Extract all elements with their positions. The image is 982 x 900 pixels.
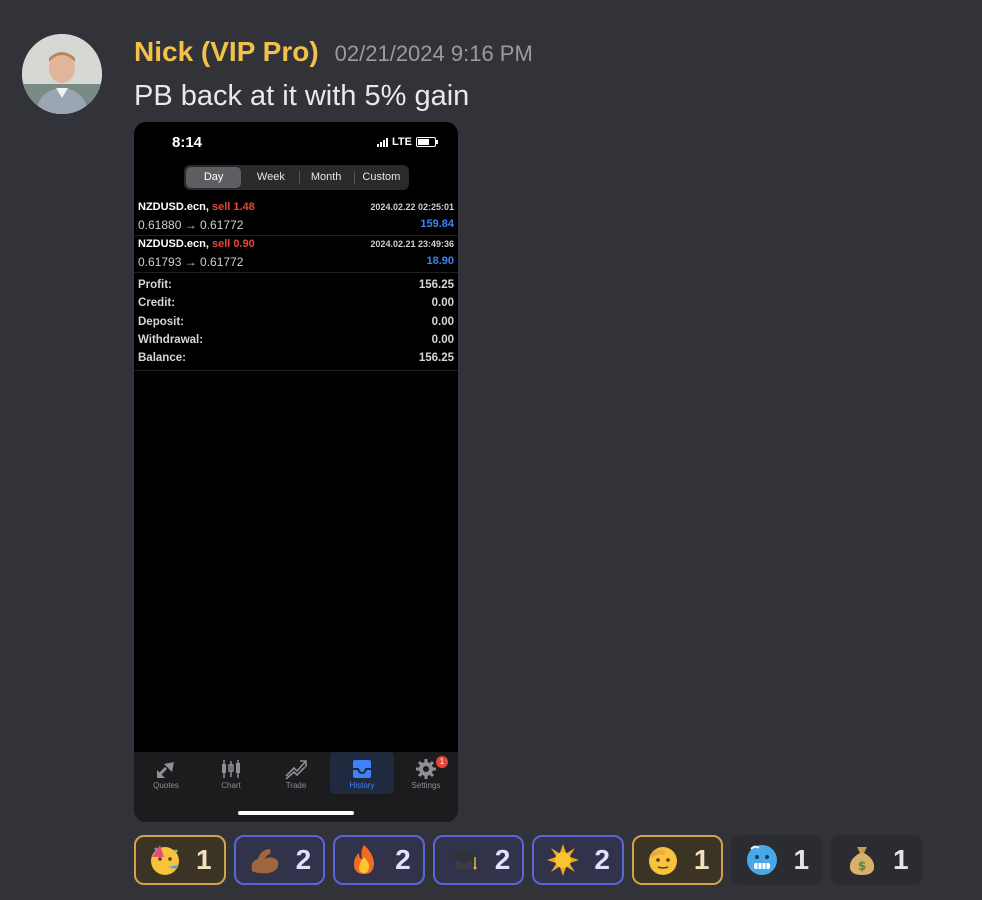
summary-value: 0.00	[431, 334, 454, 347]
username[interactable]: Nick (VIP Pro)	[134, 36, 319, 68]
summary-label: Balance:	[138, 352, 186, 365]
saluting-face-icon	[648, 847, 677, 875]
inbox-icon	[353, 760, 371, 778]
reaction-count: 1	[196, 844, 212, 875]
reaction-money-bag[interactable]: $ 1	[831, 835, 923, 885]
partying-face-icon	[151, 845, 179, 875]
trade-date: 2024.02.22 02:25:01	[370, 202, 454, 212]
nav-label: History	[349, 781, 375, 790]
reaction-count: 1	[693, 844, 710, 875]
bottom-nav: Quotes Chart Trade History Settings 1	[134, 752, 458, 822]
reaction-saluting-face[interactable]: 1	[631, 835, 724, 885]
graduation-cap-icon	[448, 849, 479, 871]
nav-label: Chart	[221, 781, 241, 790]
nav-history[interactable]: History	[330, 752, 394, 794]
reactions-bar: 1 2 2 2 2 1 1 $ 1	[134, 835, 923, 885]
money-bag-icon: $	[849, 847, 875, 875]
tab-custom[interactable]: Custom	[353, 167, 409, 188]
home-indicator	[238, 811, 354, 815]
status-time: 8:14	[172, 134, 203, 151]
nav-trade[interactable]: Trade	[264, 752, 328, 794]
trade-profit: 159.84	[420, 218, 454, 230]
reaction-fire[interactable]: 2	[333, 835, 425, 885]
nav-label: Settings	[411, 781, 441, 790]
reaction-count: 1	[893, 844, 909, 875]
summary-label: Deposit:	[138, 315, 184, 328]
nav-settings[interactable]: Settings 1	[394, 752, 458, 794]
reaction-count: 2	[494, 844, 511, 875]
nav-chart[interactable]: Chart	[199, 752, 263, 794]
trade-symbol: NZDUSD.ecn,	[138, 238, 209, 250]
summary-value: 156.25	[418, 352, 454, 365]
summary-value: 0.00	[431, 315, 454, 328]
candlestick-icon	[222, 760, 240, 778]
summary-label: Withdrawal:	[138, 334, 204, 347]
reaction-cold-face[interactable]: 1	[731, 835, 824, 885]
trade-row[interactable]: NZDUSD.ecn, sell 1.48 0.61880 → 0.61772 …	[134, 198, 458, 236]
trade-profit: 18.90	[426, 255, 454, 267]
nav-label: Trade	[285, 781, 307, 790]
nav-label: Quotes	[153, 781, 179, 790]
summary-row: Balance: 156.25	[134, 349, 458, 367]
trade-icon	[285, 760, 307, 780]
reaction-count: 2	[295, 844, 312, 875]
fire-icon	[354, 845, 375, 874]
signal-icon	[377, 137, 389, 147]
summary-row: Profit: 156.25	[134, 276, 458, 294]
message-text: PB back at it with 5% gain	[134, 80, 470, 112]
reaction-count: 2	[594, 844, 610, 875]
quotes-icon	[156, 762, 174, 778]
reaction-flexed-biceps[interactable]: 2	[233, 835, 326, 885]
message-header: Nick (VIP Pro) 02/21/2024 9:16 PM	[134, 36, 533, 68]
account-summary: Profit: 156.25 Credit: 0.00 Deposit: 0.00 W…	[134, 276, 458, 371]
sun-icon	[547, 844, 580, 876]
trade-action: sell 1.48	[211, 201, 255, 213]
message-timestamp: 02/21/2024 9:16 PM	[334, 41, 533, 66]
avatar-photo	[22, 34, 102, 114]
battery-icon	[416, 137, 438, 147]
svg-text:$: $	[858, 859, 866, 873]
trade-prices: 0.61793 → 0.61772	[138, 255, 244, 269]
reaction-graduation-cap[interactable]: 2	[432, 835, 525, 885]
network-label: LTE	[392, 136, 412, 148]
reaction-partying-face[interactable]: 1	[134, 835, 226, 885]
summary-row: Deposit: 0.00	[134, 313, 458, 331]
summary-label: Credit:	[138, 297, 176, 310]
status-indicators: LTE	[377, 136, 438, 148]
cold-face-icon	[747, 845, 778, 875]
tab-week[interactable]: Week	[243, 167, 298, 188]
reaction-sun[interactable]: 2	[532, 835, 624, 885]
avatar[interactable]	[22, 34, 102, 114]
trade-symbol: NZDUSD.ecn,	[138, 201, 209, 213]
tab-month[interactable]: Month	[298, 167, 354, 188]
period-selector: Day Week Month Custom	[184, 165, 409, 190]
summary-row: Withdrawal: 0.00	[134, 331, 458, 349]
nav-quotes[interactable]: Quotes	[134, 752, 198, 794]
summary-value: 0.00	[431, 297, 454, 310]
flexed-biceps-icon	[251, 849, 278, 874]
trade-row[interactable]: NZDUSD.ecn, sell 0.90 0.61793 → 0.61772 …	[134, 235, 458, 273]
summary-label: Profit:	[138, 279, 172, 292]
tab-day[interactable]: Day	[186, 167, 242, 188]
trade-date: 2024.02.21 23:49:36	[370, 239, 454, 249]
reaction-count: 2	[395, 844, 411, 875]
image-attachment[interactable]: 8:14 LTE Day Week Month Custom NZDUSD.ec…	[134, 122, 458, 822]
notification-badge: 1	[436, 756, 448, 768]
gear-icon	[416, 759, 436, 779]
reaction-count: 1	[793, 844, 810, 875]
trade-action: sell 0.90	[211, 238, 255, 250]
summary-value: 156.25	[418, 279, 454, 292]
trade-prices: 0.61880 → 0.61772	[138, 218, 244, 232]
summary-row: Credit: 0.00	[134, 294, 458, 312]
